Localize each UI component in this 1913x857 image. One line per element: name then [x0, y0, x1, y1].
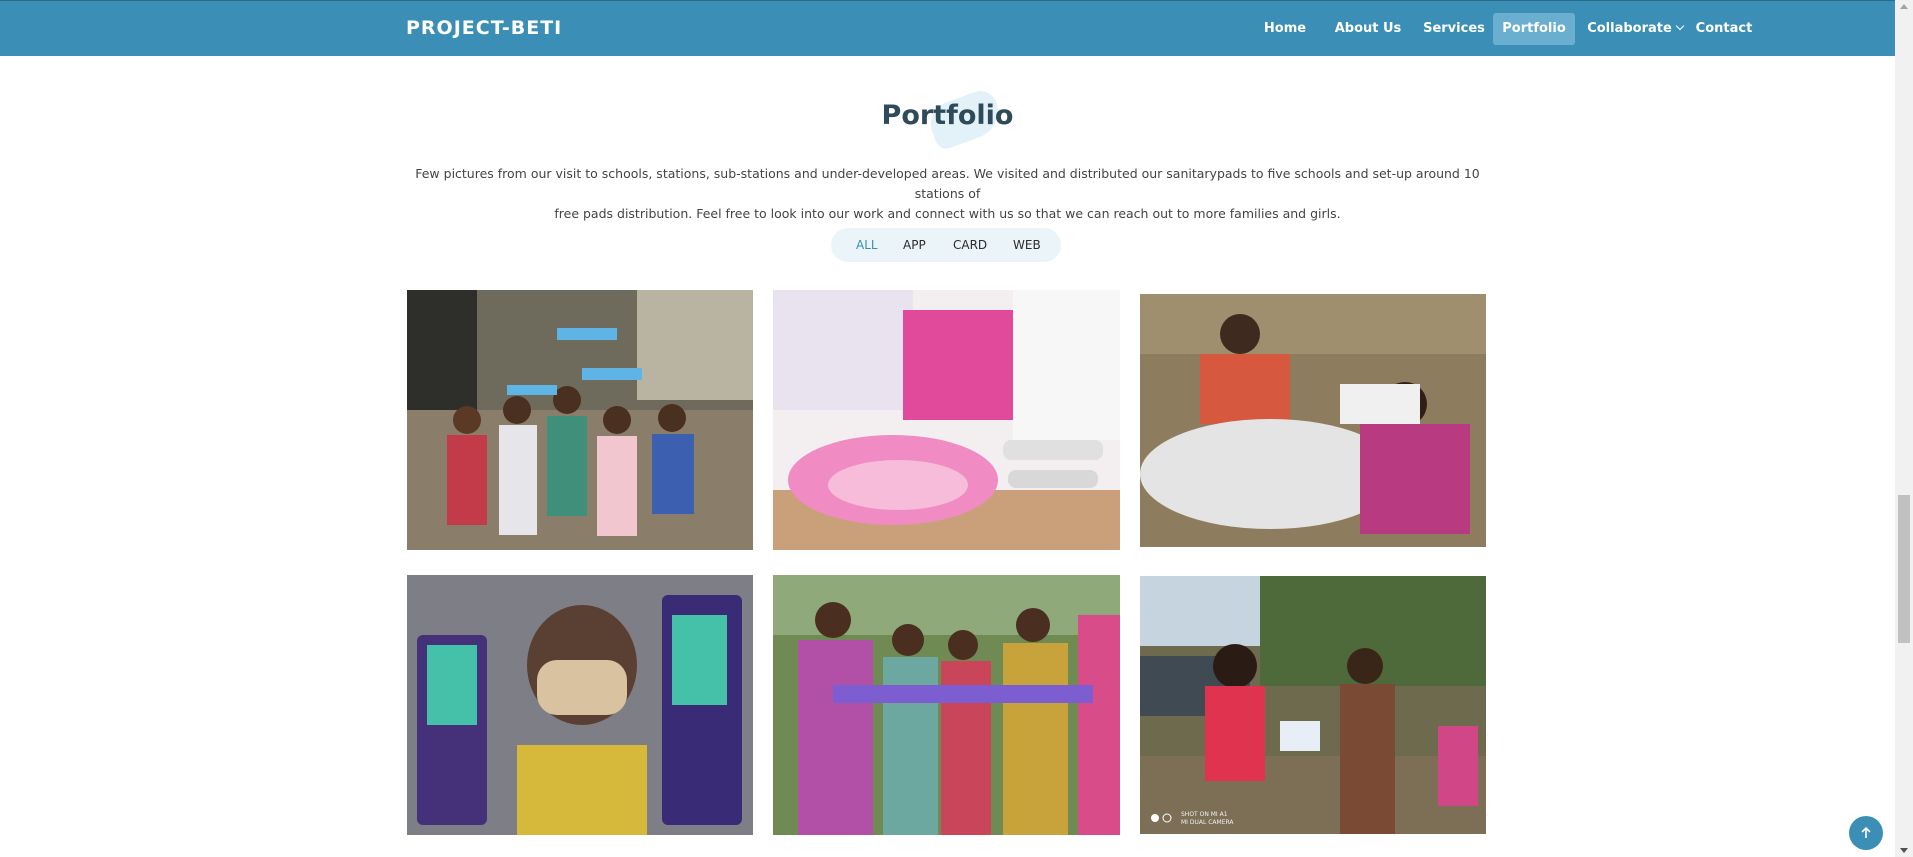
nav-services[interactable]: Services — [1418, 13, 1490, 45]
nav-contact[interactable]: Contact — [1686, 13, 1762, 45]
nav-home[interactable]: Home — [1255, 13, 1315, 45]
section-title-wrap: Portfolio — [0, 100, 1895, 131]
portfolio-image-women-packing[interactable] — [1140, 294, 1486, 547]
filter-web[interactable]: WEB — [1013, 228, 1041, 262]
portfolio-description: Few pictures from our visit to schools, … — [410, 164, 1485, 224]
photo-girl-with-mask-holding-pads-icon — [407, 575, 753, 835]
scroll-thumb[interactable] — [1898, 495, 1910, 643]
nav-collaborate[interactable]: Collaborate — [1582, 13, 1688, 45]
arrow-up-icon — [1861, 826, 1871, 838]
site-header: PROJECT-BETI Home About Us Services Port… — [0, 0, 1895, 56]
chevron-down-icon — [1675, 21, 1685, 31]
photo-girls-with-pads-icon — [407, 290, 753, 550]
description-line-2: free pads distribution. Feel free to loo… — [554, 206, 1341, 221]
description-line-1: Few pictures from our visit to schools, … — [415, 166, 1480, 201]
page-scrollbar[interactable] — [1895, 0, 1913, 857]
nav-portfolio[interactable]: Portfolio — [1493, 13, 1575, 45]
filter-all[interactable]: ALL — [856, 228, 878, 262]
portfolio-filters: ALL APP CARD WEB — [831, 228, 1061, 262]
photo-women-group-holding-pads-icon — [773, 575, 1120, 835]
portfolio-image-volunteer-distributing[interactable]: SHOT ON MI A1 MI DUAL CAMERA — [1140, 576, 1486, 834]
filter-app[interactable]: APP — [903, 228, 926, 262]
site-logo[interactable]: PROJECT-BETI — [406, 17, 562, 39]
portfolio-image-girl-with-mask[interactable] — [407, 575, 753, 835]
photo-women-packing-pads-icon — [1140, 294, 1486, 547]
nav-collaborate-label: Collaborate — [1587, 21, 1672, 36]
photo-watermark: SHOT ON MI A1 MI DUAL CAMERA — [1181, 811, 1234, 826]
back-to-top-button[interactable] — [1849, 816, 1883, 850]
portfolio-image-women-group[interactable] — [773, 575, 1120, 835]
photo-pink-pads-stack-icon — [773, 290, 1120, 550]
filter-card[interactable]: CARD — [953, 228, 987, 262]
nav-about[interactable]: About Us — [1324, 13, 1412, 45]
scroll-down-icon[interactable] — [1900, 848, 1908, 853]
portfolio-image-pink-pads[interactable] — [773, 290, 1120, 550]
photo-volunteer-distributing-pads-icon — [1140, 576, 1486, 834]
section-title: Portfolio — [881, 100, 1014, 131]
portfolio-image-girls-with-pads[interactable] — [407, 290, 753, 550]
scroll-up-icon[interactable] — [1900, 4, 1908, 9]
